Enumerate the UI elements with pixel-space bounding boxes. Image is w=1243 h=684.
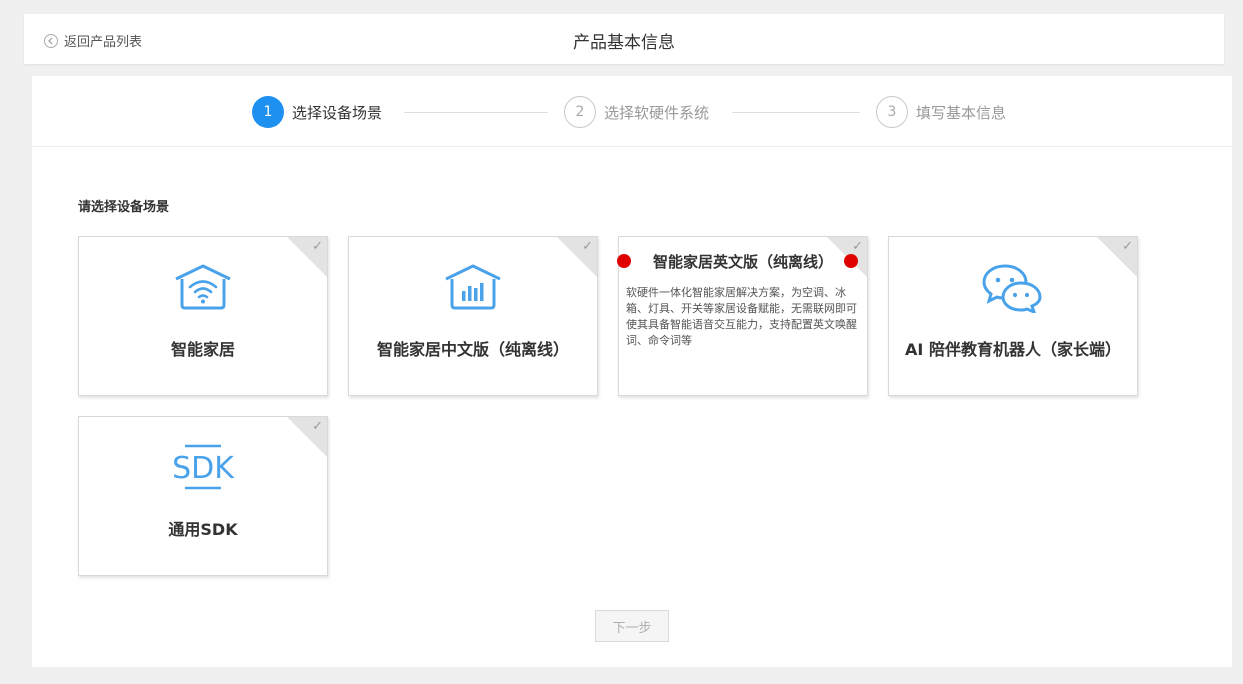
step-2-number: 2 — [564, 96, 596, 128]
top-bar: 返回产品列表 产品基本信息 — [24, 14, 1224, 64]
check-icon: ✓ — [582, 239, 593, 254]
red-marker-dot — [844, 254, 858, 268]
red-marker-dot — [617, 254, 631, 268]
sdk-icon: SDK — [79, 443, 327, 491]
sdk-icon-text: SDK — [172, 451, 235, 486]
scene-card-ai-education-robot[interactable]: ✓ AI 陪伴教育机器人（家长端） — [888, 236, 1138, 396]
step-3: 3 填写基本信息 — [876, 96, 1006, 128]
scene-card-smart-home-chinese-offline[interactable]: ✓ 智能家居中文版（纯离线） — [348, 236, 598, 396]
step-1-label: 选择设备场景 — [292, 103, 383, 122]
chart-home-icon — [349, 263, 597, 311]
card-title: 通用SDK — [168, 520, 238, 539]
step-1: 1 选择设备场景 — [252, 96, 382, 128]
scene-card-smart-home-english-offline[interactable]: ✓ 智能家居英文版（纯离线） 软硬件一体化智能家居解决方案，为空调、冰箱、灯具、… — [618, 236, 868, 396]
step-2: 2 选择软硬件系统 — [564, 96, 709, 128]
scene-card-generic-sdk[interactable]: ✓ SDK 通用SDK — [78, 416, 328, 576]
check-icon: ✓ — [312, 239, 323, 254]
step-3-number: 3 — [876, 96, 908, 128]
main-panel: 1 选择设备场景 2 选择软硬件系统 3 填写基本信息 请选择设备场景 ✓ 智能… — [32, 76, 1232, 667]
step-connector — [404, 112, 548, 113]
section-label: 请选择设备场景 — [78, 200, 170, 215]
step-connector — [732, 112, 860, 113]
card-title: 智能家居 — [170, 340, 235, 359]
wifi-home-icon — [79, 263, 327, 311]
next-step-button[interactable]: 下一步 — [595, 610, 669, 642]
step-3-label: 填写基本信息 — [916, 103, 1007, 122]
step-indicator: 1 选择设备场景 2 选择软硬件系统 3 填写基本信息 — [32, 76, 1232, 147]
scene-card-smart-home[interactable]: ✓ 智能家居 — [78, 236, 328, 396]
step-2-label: 选择软硬件系统 — [604, 103, 710, 122]
card-title: 智能家居英文版（纯离线） — [652, 253, 833, 271]
check-icon: ✓ — [1122, 239, 1133, 254]
page-title: 产品基本信息 — [573, 33, 675, 53]
step-1-number: 1 — [252, 96, 284, 128]
chat-bubbles-icon — [889, 263, 1137, 313]
check-icon: ✓ — [312, 419, 323, 434]
card-title: 智能家居中文版（纯离线） — [376, 340, 569, 359]
card-title: AI 陪伴教育机器人（家长端） — [905, 340, 1121, 359]
card-description: 软硬件一体化智能家居解决方案，为空调、冰箱、灯具、开关等家居设备赋能，无需联网即… — [626, 286, 857, 347]
